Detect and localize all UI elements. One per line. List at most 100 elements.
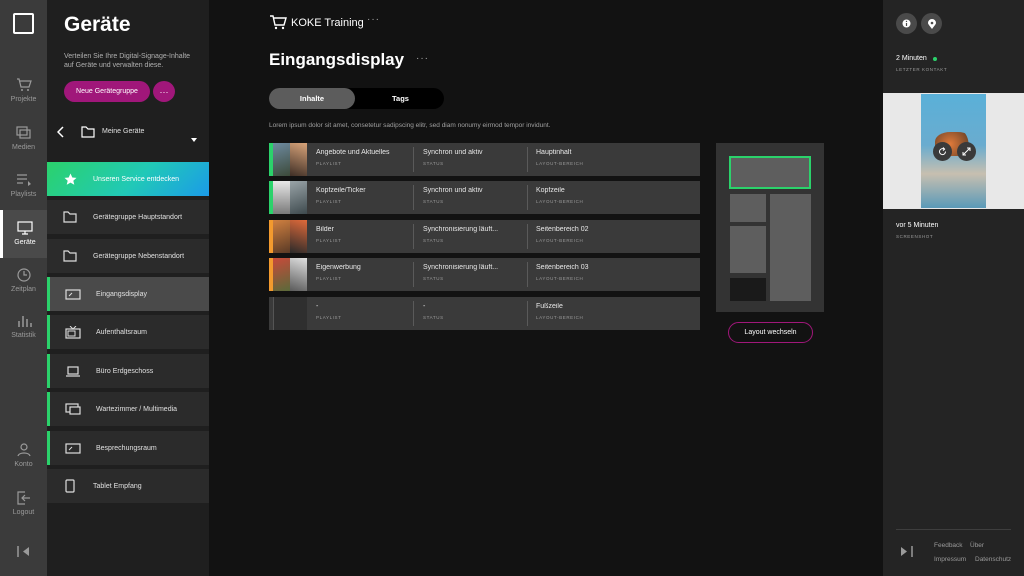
playlist-icon (16, 174, 31, 186)
nav-statistik[interactable]: Statistik (0, 314, 47, 354)
clock-icon (16, 268, 31, 282)
layout-area: Hauptinhalt (536, 149, 572, 156)
tab-inhalte[interactable]: Inhalte (269, 88, 355, 109)
nav-playlists[interactable]: Playlists (0, 173, 47, 213)
screenshot-image[interactable] (921, 94, 986, 208)
cart-icon (16, 78, 32, 91)
tab-tags[interactable]: Tags (357, 88, 444, 109)
nav-label: Medien (12, 144, 35, 151)
sidebar-item-nebenstandort[interactable]: Gerätegruppe Nebenstandort (47, 239, 209, 273)
layout-zone[interactable] (770, 194, 811, 301)
divider (413, 185, 414, 210)
nav-projekte[interactable]: Projekte (0, 78, 47, 118)
layout-sublabel: LAYOUT-BEREICH (536, 315, 584, 320)
project-name[interactable]: KOKE Training (291, 17, 364, 29)
nav-medien[interactable]: Medien (0, 126, 47, 166)
location-pin-icon[interactable] (921, 13, 942, 34)
status-text: Synchronisierung läuft... (423, 226, 499, 233)
layout-area: Seitenbereich 02 (536, 226, 589, 233)
sidebar-item-label: Wartezimmer / Multimedia (96, 405, 178, 413)
sidebar-item-aufenthaltsraum[interactable]: Aufenthaltsraum (47, 315, 209, 349)
laptop-icon (50, 365, 96, 377)
content-description: Lorem ipsum dolor sit amet, consetetur s… (269, 122, 551, 129)
last-contact-label: LETZTER KONTAKT (896, 67, 948, 72)
sidebar-item-besprechungsraum[interactable]: Besprechungsraum (47, 431, 209, 465)
divider (896, 529, 1011, 530)
divider (413, 147, 414, 172)
status-sublabel: STATUS (423, 238, 444, 243)
title-more-button[interactable]: ··· (416, 53, 429, 64)
layout-zone[interactable] (730, 226, 766, 273)
monitor-icon (50, 402, 96, 416)
sidebar-item-eingangsdisplay[interactable]: Eingangsdisplay (47, 277, 209, 311)
sidebar-item-label: Besprechungsraum (96, 444, 157, 452)
status-text: Synchron und aktiv (423, 187, 483, 194)
layout-zone[interactable] (730, 194, 766, 222)
sidebar-description: Verteilen Sie Ihre Digital-Signage-Inhal… (64, 53, 191, 69)
playlist-sublabel: PLAYLIST (316, 161, 342, 166)
playlist-thumbnail (269, 297, 307, 330)
status-text: Synchronisierung läuft... (423, 264, 499, 271)
table-row[interactable]: - PLAYLIST - STATUS Fußzeile LAYOUT-BERE… (269, 297, 700, 330)
main-nav-rail: Projekte Medien Playlists Geräte Zeitpla… (0, 0, 47, 576)
nav-label: Geräte (14, 239, 36, 246)
nav-zeitplan[interactable]: Zeitplan (0, 268, 47, 308)
playlist-name: - (316, 303, 319, 310)
more-options-button[interactable]: ··· (153, 81, 175, 102)
user-icon (16, 443, 31, 457)
privacy-link[interactable]: Datenschutz (975, 556, 1011, 563)
sidebar-item-buero[interactable]: Büro Erdgeschoss (47, 354, 209, 388)
divider (527, 301, 528, 326)
expand-icon[interactable] (957, 142, 976, 161)
nav-logout[interactable]: Logout (0, 491, 47, 531)
playlist-sublabel: PLAYLIST (316, 199, 342, 204)
divider (527, 262, 528, 287)
imprint-link[interactable]: Impressum (934, 556, 966, 563)
status-text: Synchron und aktiv (423, 149, 483, 156)
nav-konto[interactable]: Konto (0, 443, 47, 483)
sidebar-item-label: Aufenthaltsraum (96, 328, 147, 336)
info-icon[interactable] (896, 13, 917, 34)
divider (413, 224, 414, 249)
table-row[interactable]: Angebote und Aktuelles PLAYLIST Synchron… (269, 143, 700, 176)
nav-label: Logout (12, 509, 35, 516)
new-group-button[interactable]: Neue Gerätegruppe (64, 81, 150, 102)
feedback-link[interactable]: Feedback (934, 542, 963, 549)
logo-icon[interactable] (13, 13, 34, 34)
table-row[interactable]: Kopfzeile/Ticker PLAYLIST Synchron und a… (269, 181, 700, 214)
collapse-panel-icon[interactable] (899, 545, 914, 563)
monitor-icon (17, 221, 33, 235)
change-layout-button[interactable]: Layout wechseln (728, 322, 813, 343)
playlist-thumbnail (269, 143, 307, 176)
nav-label: Konto (14, 461, 33, 468)
playlist-thumbnail (269, 220, 307, 253)
page-title: Eingangsdisplay (269, 50, 405, 69)
folder-select[interactable]: Meine Geräte (102, 128, 144, 135)
layout-area: Kopfzeile (536, 187, 565, 194)
refresh-icon[interactable] (933, 142, 952, 161)
table-row[interactable]: Bilder PLAYLIST Synchronisierung läuft..… (269, 220, 700, 253)
collapse-nav-icon[interactable] (16, 545, 31, 563)
layout-area: Seitenbereich 03 (536, 264, 589, 271)
table-row[interactable]: Eigenwerbung PLAYLIST Synchronisierung l… (269, 258, 700, 291)
back-icon[interactable] (56, 125, 65, 143)
status-sublabel: STATUS (423, 161, 444, 166)
sidebar-item-label: Tablet Empfang (93, 482, 142, 490)
layout-zone-main[interactable] (729, 156, 811, 189)
chevron-down-icon[interactable] (191, 129, 197, 147)
playlist-name: Angebote und Aktuelles (316, 149, 390, 156)
sidebar-item-hauptstandort[interactable]: Gerätegruppe Hauptstandort (47, 200, 209, 234)
layout-sublabel: LAYOUT-BEREICH (536, 199, 584, 204)
about-link[interactable]: Über (970, 542, 984, 549)
layout-sublabel: LAYOUT-BEREICH (536, 238, 584, 243)
device-sidebar: Geräte Verteilen Sie Ihre Digital-Signag… (47, 0, 209, 576)
promo-service-item[interactable]: Unseren Service entdecken (47, 162, 209, 196)
project-more-button[interactable]: ··· (367, 14, 380, 25)
online-status-dot (933, 57, 937, 61)
nav-geraete[interactable]: Geräte (0, 210, 47, 258)
sidebar-item-wartezimmer[interactable]: Wartezimmer / Multimedia (47, 392, 209, 426)
nav-label: Playlists (10, 191, 37, 198)
sidebar-item-tablet[interactable]: Tablet Empfang (47, 469, 209, 503)
layout-zone[interactable] (730, 278, 766, 301)
tablet-icon (47, 479, 93, 493)
